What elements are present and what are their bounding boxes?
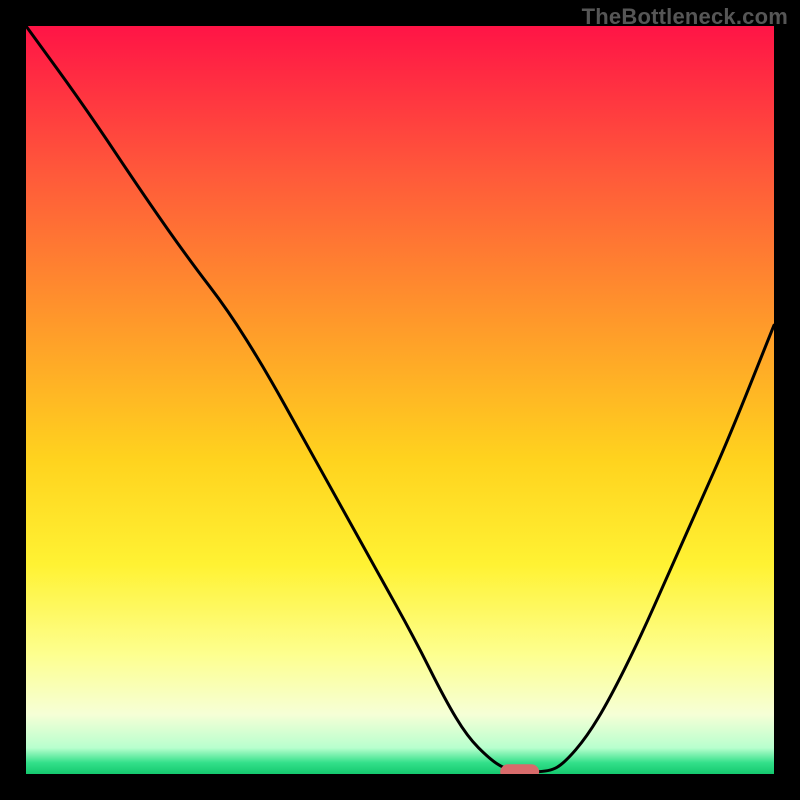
watermark-text: TheBottleneck.com (582, 4, 788, 30)
bottleneck-chart (0, 0, 800, 800)
chart-frame: { "watermark": "TheBottleneck.com", "col… (0, 0, 800, 800)
optimum-marker (500, 764, 539, 779)
plot-background (26, 26, 774, 774)
